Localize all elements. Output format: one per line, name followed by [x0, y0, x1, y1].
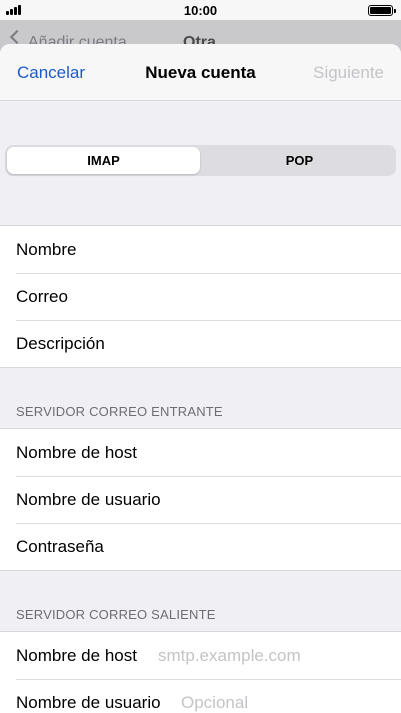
outgoing-section-header: SERVIDOR CORREO SALIENTE — [0, 571, 401, 631]
incoming-section-header: SERVIDOR CORREO ENTRANTE — [0, 368, 401, 428]
chevron-left-icon — [9, 29, 25, 45]
email-field-row[interactable]: Correo — [0, 273, 401, 320]
outgoing-header-text: SERVIDOR CORREO SALIENTE — [16, 607, 216, 622]
incoming-username-label: Nombre de usuario — [16, 490, 161, 509]
status-time: 10:00 — [183, 3, 218, 18]
segment-imap[interactable]: IMAP — [7, 147, 200, 174]
account-fields-group: Nombre Correo Descripción — [0, 225, 401, 368]
outgoing-host-input[interactable] — [158, 645, 389, 667]
incoming-host-row[interactable]: Nombre de host — [0, 429, 401, 476]
description-field-row[interactable]: Descripción — [0, 320, 401, 367]
name-field-row[interactable]: Nombre — [0, 226, 401, 273]
email-field-label: Correo — [16, 287, 68, 306]
incoming-password-label: Contraseña — [16, 537, 104, 556]
description-field-label: Descripción — [16, 334, 105, 353]
outgoing-username-label: Nombre de usuario — [16, 693, 161, 712]
incoming-password-row[interactable]: Contraseña — [0, 523, 401, 570]
name-field-label: Nombre — [16, 240, 77, 259]
outgoing-fields-group: Nombre de host Nombre de usuario — [0, 631, 401, 713]
incoming-username-row[interactable]: Nombre de usuario — [0, 476, 401, 523]
protocol-segmented-control: IMAP POP — [5, 145, 396, 176]
protocol-selector-wrap: IMAP POP — [0, 138, 401, 188]
nav-bar: Cancelar Nueva cuenta Siguiente — [0, 44, 401, 101]
battery-icon — [368, 5, 396, 16]
status-bar: 10:00 — [0, 0, 401, 20]
outgoing-host-row[interactable]: Nombre de host — [0, 632, 401, 679]
incoming-fields-group: Nombre de host Nombre de usuario Contras… — [0, 428, 401, 571]
incoming-host-label: Nombre de host — [16, 443, 137, 462]
outgoing-username-input[interactable] — [181, 692, 389, 713]
screen: 10:00 Añadir cuenta Otra Cancelar Nueva … — [0, 0, 401, 713]
outgoing-host-label: Nombre de host — [16, 646, 137, 665]
incoming-header-text: SERVIDOR CORREO ENTRANTE — [16, 404, 223, 419]
new-account-sheet: Cancelar Nueva cuenta Siguiente IMAP POP… — [0, 44, 401, 713]
outgoing-username-row[interactable]: Nombre de usuario — [0, 679, 401, 713]
segment-pop[interactable]: POP — [203, 147, 396, 174]
next-button[interactable]: Siguiente — [313, 63, 384, 83]
